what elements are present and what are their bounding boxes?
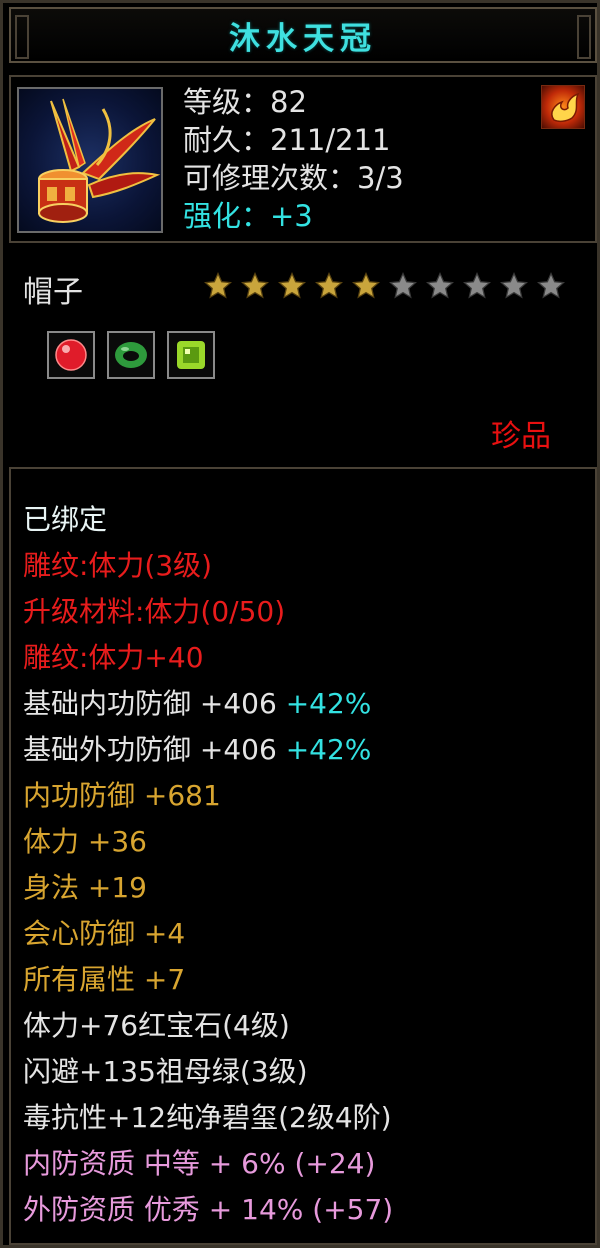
inner-defense-quality: 内防资质 中等 + 6% (+24) — [23, 1147, 376, 1180]
fire-badge-icon — [541, 85, 585, 129]
base-inner-defense-value: 基础内功防御 +406 — [23, 687, 277, 720]
gem-slots — [47, 331, 215, 379]
agility-attr: 身法 +19 — [23, 871, 147, 904]
enhance-stat: 强化：+3 — [183, 199, 313, 233]
item-type: 帽子 — [23, 275, 83, 310]
upgrade-material-attr: 升级材料:体力(0/50) — [23, 595, 286, 628]
star-filled-icon — [238, 269, 272, 303]
bound-status: 已绑定 — [23, 503, 108, 536]
red-gem-icon[interactable] — [47, 331, 95, 379]
base-outer-defense-attr: 基础外功防御 +406 +42% — [23, 727, 393, 773]
outer-defense-quality: 外防资质 优秀 + 14% (+57) — [23, 1193, 394, 1226]
star-filled-icon — [349, 269, 383, 303]
gem-tourmaline-attr: 毒抗性+12纯净碧玺(2级4阶) — [23, 1101, 392, 1134]
star-filled-icon — [275, 269, 309, 303]
attribute-list: 已绑定 雕纹:体力(3级) 升级材料:体力(0/50) 雕纹:体力+40 基础内… — [23, 497, 393, 1233]
star-empty-icon — [423, 269, 457, 303]
base-inner-defense-pct: +42% — [285, 687, 372, 720]
base-outer-defense-pct: +42% — [285, 733, 372, 766]
inner-defense-attr: 内功防御 +681 — [23, 779, 221, 812]
gem-ruby-attr: 体力+76红宝石(4级) — [23, 1009, 290, 1042]
base-inner-defense-attr: 基础内功防御 +406 +42% — [23, 681, 393, 727]
hat-icon — [17, 87, 163, 233]
title-bar-cap-right — [577, 15, 591, 59]
star-filled-icon — [201, 269, 235, 303]
item-header: 等级：82 耐久：211/211 可修理次数：3/3 强化：+3 — [9, 75, 597, 243]
stamina-attr: 体力 +36 — [23, 825, 147, 858]
star-empty-icon — [534, 269, 568, 303]
base-outer-defense-value: 基础外功防御 +406 — [23, 733, 277, 766]
star-empty-icon — [460, 269, 494, 303]
all-attributes-attr: 所有属性 +7 — [23, 963, 186, 996]
gem-emerald-attr: 闪避+135祖母绿(3级) — [23, 1055, 308, 1088]
star-empty-icon — [386, 269, 420, 303]
carve-attr: 雕纹:体力(3级) — [23, 549, 213, 582]
green-jade-ring-icon[interactable] — [107, 331, 155, 379]
carve-bonus-attr: 雕纹:体力+40 — [23, 641, 204, 674]
rarity-label: 珍品 — [491, 419, 551, 454]
level-stat: 等级：82 — [183, 85, 307, 119]
durability-stat: 耐久：211/211 — [183, 123, 391, 157]
star-rating — [201, 269, 568, 303]
item-title: 沐水天冠 — [229, 20, 377, 57]
title-bar-cap-left — [15, 15, 29, 59]
star-filled-icon — [312, 269, 346, 303]
item-tooltip: 沐水天冠 等级：82 耐久：211/211 可修理次数：3/3 强化：+3 帽子… — [0, 0, 600, 1248]
star-empty-icon — [497, 269, 531, 303]
crit-defense-attr: 会心防御 +4 — [23, 917, 186, 950]
title-bar: 沐水天冠 — [9, 7, 597, 63]
repair-count-stat: 可修理次数：3/3 — [183, 161, 404, 195]
attribute-panel: 已绑定 雕纹:体力(3级) 升级材料:体力(0/50) 雕纹:体力+40 基础内… — [9, 467, 597, 1245]
item-stats: 等级：82 耐久：211/211 可修理次数：3/3 强化：+3 — [183, 83, 404, 235]
green-crystal-icon[interactable] — [167, 331, 215, 379]
